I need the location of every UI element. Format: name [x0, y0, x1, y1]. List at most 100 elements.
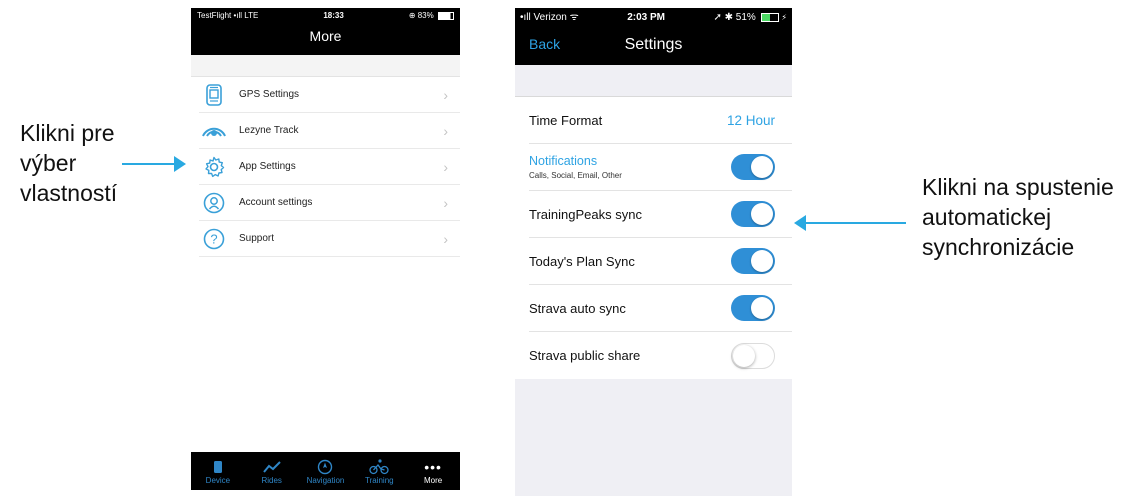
status-bar: •ıll Verizon ᯤ 2:03 PM ➚ ✱ 51% ⚡: [515, 8, 792, 28]
track-signal-icon: [199, 119, 229, 143]
carrier-label: Verizon: [533, 12, 567, 23]
settings-list: Time Format 12 Hour Notifications Calls,…: [515, 97, 792, 379]
location-icon: ⊕: [408, 11, 418, 20]
strava-public-share-row: Strava public share: [529, 332, 792, 379]
rides-chart-icon: [262, 458, 281, 476]
phone-icon: [213, 458, 223, 476]
section-spacer: [515, 65, 792, 97]
menu-item-label: App Settings: [239, 161, 296, 172]
notifications-text: Notifications Calls, Social, Email, Othe…: [529, 154, 731, 180]
back-app-label[interactable]: TestFlight: [197, 11, 231, 20]
menu-item-label: Support: [239, 233, 275, 244]
chevron-right-icon: ›: [443, 158, 448, 175]
header: TestFlight •ıll LTE 18:33 ⊕ 83% More: [191, 8, 460, 55]
right-caption-line-3: synchronizácie: [922, 234, 1075, 260]
strava-auto-sync-label: Strava auto sync: [529, 300, 626, 316]
tab-label: Navigation: [306, 475, 345, 485]
right-caption-line-1: Klikni na spustenie: [922, 174, 1114, 200]
status-bar: TestFlight •ıll LTE 18:33 ⊕ 83%: [191, 8, 460, 24]
left-caption: Klikni pre výber vlastností: [20, 118, 117, 208]
carrier-label: LTE: [244, 11, 259, 20]
left-caption-line-1: Klikni pre: [20, 120, 115, 146]
question-icon: ?: [199, 227, 229, 251]
todays-plan-sync-row: Today's Plan Sync: [529, 238, 792, 285]
bluetooth-icon: ✱: [724, 12, 736, 23]
svg-text:?: ?: [210, 231, 217, 246]
menu-item-account-settings[interactable]: Account settings ›: [199, 185, 460, 221]
page-title: More: [309, 28, 342, 44]
notifications-label[interactable]: Notifications: [529, 154, 731, 168]
phone-settings-screen: •ıll Verizon ᯤ 2:03 PM ➚ ✱ 51% ⚡ Back Se…: [515, 8, 792, 496]
menu-item-label: Account settings: [239, 197, 313, 208]
signal-icon: •ıll: [520, 12, 534, 23]
menu-item-label: GPS Settings: [239, 89, 300, 100]
phone-more-screen: TestFlight •ıll LTE 18:33 ⊕ 83% More GPS…: [191, 8, 460, 490]
trainingpeaks-sync-row: TrainingPeaks sync: [529, 191, 792, 238]
status-time: 18:33: [323, 11, 344, 20]
notifications-row[interactable]: Notifications Calls, Social, Email, Othe…: [529, 144, 792, 191]
tab-more[interactable]: ••• More: [406, 452, 460, 490]
battery-icon: [437, 11, 454, 20]
tab-rides[interactable]: Rides: [245, 452, 299, 490]
notifications-toggle[interactable]: [731, 154, 775, 180]
right-pointer-arrow: [794, 215, 906, 231]
wifi-icon: ᯤ: [569, 12, 579, 23]
right-caption-line-2: automatickej: [922, 204, 1052, 230]
battery-percent: 51%: [735, 12, 756, 23]
charging-icon: ⚡: [781, 13, 787, 22]
strava-public-share-label: Strava public share: [529, 348, 641, 363]
left-caption-line-3: vlastností: [20, 180, 118, 206]
battery-icon: [760, 12, 779, 22]
chevron-right-icon: ›: [443, 122, 448, 139]
tab-label: Rides: [261, 475, 282, 485]
toggle-knob: [751, 156, 773, 178]
trainingpeaks-sync-toggle[interactable]: [731, 201, 775, 227]
tab-device[interactable]: Device: [191, 452, 245, 490]
todays-plan-sync-toggle[interactable]: [731, 248, 775, 274]
menu-item-support[interactable]: ? Support ›: [199, 221, 460, 257]
status-left: TestFlight •ıll LTE: [197, 8, 258, 24]
status-time: 2:03 PM: [627, 12, 666, 23]
time-format-value[interactable]: 12 Hour: [727, 113, 775, 128]
toggle-knob: [751, 203, 773, 225]
menu-item-app-settings[interactable]: App Settings ›: [199, 149, 460, 185]
time-format-row[interactable]: Time Format 12 Hour: [529, 97, 792, 144]
header: •ıll Verizon ᯤ 2:03 PM ➚ ✱ 51% ⚡ Back Se…: [515, 8, 792, 65]
left-caption-line-2: výber: [20, 150, 77, 176]
gear-icon: [199, 155, 229, 179]
todays-plan-sync-label: Today's Plan Sync: [529, 253, 635, 269]
status-left: •ıll Verizon ᯤ: [520, 8, 579, 28]
signal-icon: •ıll: [233, 11, 245, 20]
chevron-right-icon: ›: [443, 86, 448, 103]
strava-auto-sync-row: Strava auto sync: [529, 285, 792, 332]
time-format-label: Time Format: [529, 112, 603, 128]
trainingpeaks-sync-label: TrainingPeaks sync: [529, 206, 642, 222]
toggle-knob: [751, 297, 773, 319]
status-right: ⊕ 83%: [409, 8, 454, 24]
nav-bar: Back Settings: [515, 28, 792, 62]
strava-public-share-toggle[interactable]: [731, 342, 775, 369]
tab-training[interactable]: Training: [352, 452, 406, 490]
right-caption: Klikni na spustenie automatickej synchro…: [922, 172, 1114, 262]
back-button[interactable]: Back: [529, 36, 560, 52]
battery-percent: 83%: [417, 11, 434, 20]
section-spacer: [191, 55, 460, 77]
menu-item-lezyne-track[interactable]: Lezyne Track ›: [199, 113, 460, 149]
tab-label: Training: [364, 475, 394, 485]
menu-item-label: Lezyne Track: [239, 125, 299, 136]
left-pointer-arrow: [122, 156, 186, 172]
more-dots-icon: •••: [424, 458, 442, 475]
tab-label: Device: [205, 475, 231, 485]
toggle-knob: [733, 344, 755, 367]
compass-icon: [317, 458, 333, 476]
gps-device-icon: [199, 83, 229, 107]
tab-bar: Device Rides Navigation Training ••• Mor…: [191, 452, 460, 490]
tab-navigation[interactable]: Navigation: [299, 452, 353, 490]
menu-item-gps-settings[interactable]: GPS Settings ›: [199, 77, 460, 113]
chevron-right-icon: ›: [443, 230, 448, 247]
location-arrow-icon: ➚: [713, 12, 725, 23]
tab-label: More: [423, 475, 443, 485]
cyclist-icon: [369, 458, 389, 476]
strava-auto-sync-toggle[interactable]: [731, 295, 775, 321]
notifications-subtitle: Calls, Social, Email, Other: [529, 171, 622, 180]
